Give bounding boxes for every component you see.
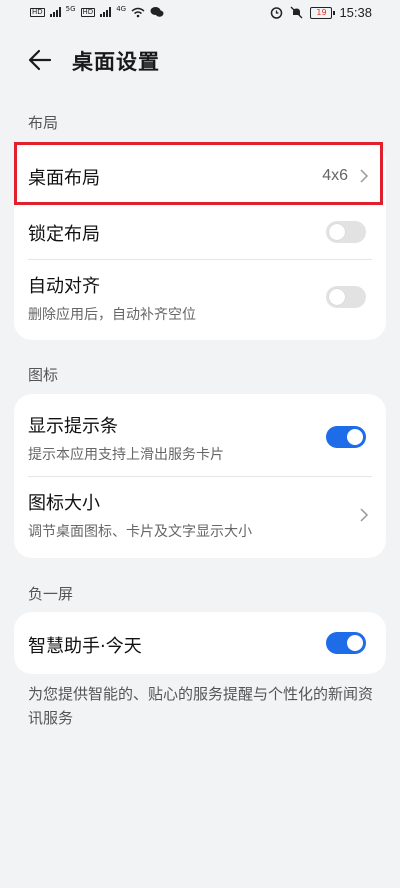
show-hint-bar-label: 显示提示条 <box>28 416 118 437</box>
toggle-knob <box>347 429 363 445</box>
hd-badge-icon: HD <box>80 7 96 17</box>
auto-align-row[interactable]: 自动对齐 删除应用后，自动补齐空位 <box>14 260 386 340</box>
mute-icon <box>290 6 303 19</box>
auto-align-label: 自动对齐 <box>28 276 100 297</box>
show-hint-bar-description: 提示本应用支持上滑出服务卡片 <box>28 447 224 463</box>
status-time: 15:38 <box>339 5 372 20</box>
status-left: HD 5G HD 4G <box>30 5 164 18</box>
hd-badge-icon: HD <box>30 7 45 17</box>
toggle-knob <box>329 289 345 305</box>
lock-layout-label: 锁定布局 <box>28 224 100 245</box>
alarm-icon <box>271 7 283 19</box>
auto-align-toggle[interactable] <box>326 286 366 308</box>
section-label-minus-one: 负一屏 <box>28 585 74 603</box>
show-hint-bar-row[interactable]: 显示提示条 提示本应用支持上滑出服务卡片 <box>14 394 386 476</box>
smart-assistant-label: 智慧助手·今天 <box>28 636 142 657</box>
smart-assistant-row[interactable]: 智慧助手·今天 <box>14 612 386 674</box>
desktop-layout-value: 4x6 <box>322 167 348 184</box>
desktop-layout-label: 桌面布局 <box>28 168 100 189</box>
battery-level: 19 <box>316 7 327 17</box>
wifi-icon <box>131 7 145 17</box>
title-bar: 桌面设置 <box>0 40 400 80</box>
signal-icon <box>49 7 61 17</box>
show-hint-bar-toggle[interactable] <box>326 426 366 448</box>
lock-layout-row[interactable]: 锁定布局 <box>14 206 386 260</box>
section-label-icons: 图标 <box>28 366 59 384</box>
icon-size-label: 图标大小 <box>28 493 100 514</box>
signal-icon <box>100 7 112 17</box>
chevron-right-icon <box>360 169 369 183</box>
toggle-knob <box>347 635 363 651</box>
toggle-knob <box>329 224 345 240</box>
status-right: 19 15:38 <box>270 5 372 20</box>
network-type-left: 5G <box>65 5 76 13</box>
battery-icon: 19 <box>310 6 336 19</box>
network-type-right: 4G <box>116 5 127 13</box>
minus-one-card: 智慧助手·今天 <box>14 612 386 674</box>
chat-icon <box>150 7 164 17</box>
status-bar: HD 5G HD 4G 19 15:38 <box>0 0 400 28</box>
icons-card: 显示提示条 提示本应用支持上滑出服务卡片 图标大小 调节桌面图标、卡片及文字显示… <box>14 394 386 558</box>
icon-size-description: 调节桌面图标、卡片及文字显示大小 <box>28 524 252 540</box>
chevron-right-icon <box>360 508 369 522</box>
auto-align-description: 删除应用后，自动补齐空位 <box>28 307 196 323</box>
minus-one-footnote: 为您提供智能的、贴心的服务提醒与个性化的新闻资讯服务 <box>28 685 374 727</box>
lock-layout-toggle[interactable] <box>326 221 366 243</box>
smart-assistant-toggle[interactable] <box>326 632 366 654</box>
page-title: 桌面设置 <box>72 50 160 74</box>
layout-card: 桌面布局 4x6 锁定布局 自动对齐 删除应用后，自动补齐空位 <box>14 142 386 340</box>
desktop-layout-row[interactable]: 桌面布局 4x6 <box>14 142 386 206</box>
icon-size-row[interactable]: 图标大小 调节桌面图标、卡片及文字显示大小 <box>14 477 386 558</box>
back-arrow-icon[interactable] <box>26 46 54 74</box>
section-label-layout: 布局 <box>28 114 59 132</box>
